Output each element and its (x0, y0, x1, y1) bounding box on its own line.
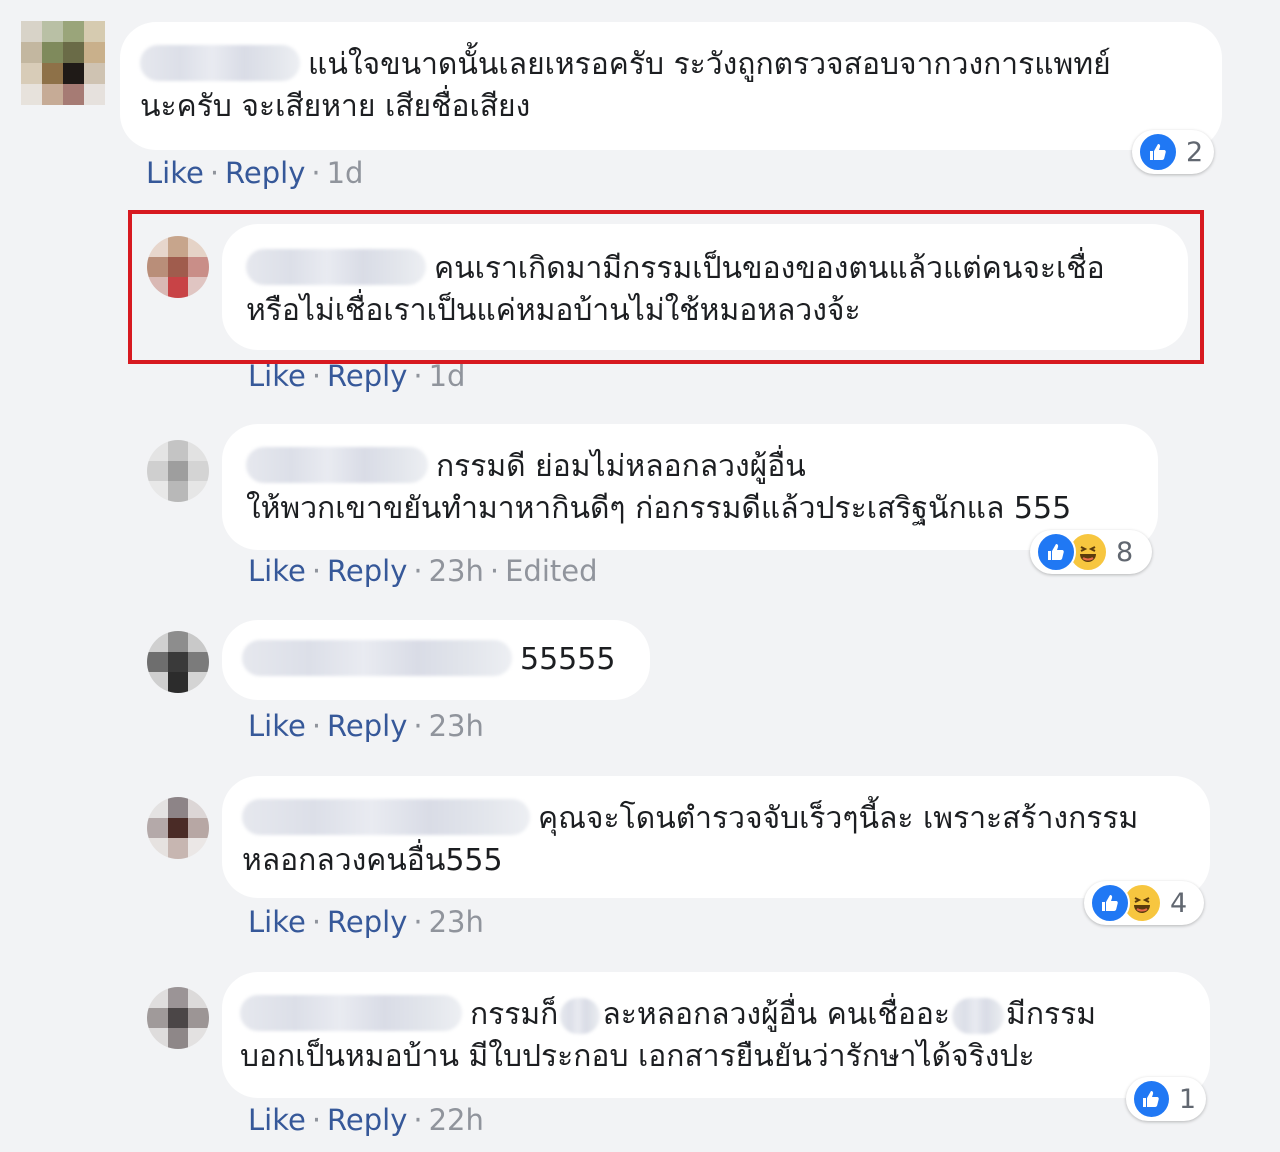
blurred-text (560, 997, 601, 1034)
comment-bubble: 55555 (222, 620, 650, 700)
reaction-count: 4 (1170, 887, 1188, 919)
like-link[interactable]: Like (248, 554, 306, 588)
avatar[interactable] (147, 987, 209, 1049)
highlight-box (128, 210, 1204, 364)
like-link[interactable]: Like (248, 359, 306, 393)
comment-actions: Like · Reply · 1d (146, 156, 364, 190)
blurred-author-name[interactable] (240, 994, 462, 1031)
reaction-count: 2 (1186, 136, 1204, 168)
avatar[interactable] (147, 631, 209, 693)
comment-text: บอกเป็นหมอบ้าน มีใบประกอบ เอกสารยืนยันว่… (240, 1039, 1035, 1074)
reaction-summary[interactable]: 1 (1126, 1077, 1206, 1121)
reply-link[interactable]: Reply (327, 554, 407, 588)
reaction-count: 1 (1178, 1083, 1196, 1115)
comment-text: แน่ใจขนาดนั้นเลยเหรอครับ ระวังถูกตรวจสอบ… (308, 47, 1111, 82)
comment-bubble: แน่ใจขนาดนั้นเลยเหรอครับ ระวังถูกตรวจสอบ… (120, 22, 1222, 150)
thumbs-up-icon (1090, 883, 1130, 923)
reaction-summary[interactable]: 8 (1030, 530, 1152, 574)
comment-actions: Like · Reply · 1d (248, 359, 466, 393)
like-link[interactable]: Like (146, 156, 204, 190)
timestamp[interactable]: 1d (429, 359, 466, 393)
blurred-author-name[interactable] (242, 798, 530, 835)
reply-link[interactable]: Reply (225, 156, 305, 190)
comment-text: 55555 (520, 642, 616, 677)
comment-bubble: คุณจะโดนตำรวจจับเร็วๆนี้ละ เพราะสร้างกรร… (222, 776, 1210, 898)
reply-link[interactable]: Reply (327, 1103, 407, 1137)
comment-text: ละหลอกลวงผู้อื่น คนเชื่ออะ (602, 997, 951, 1032)
comment-actions: Like · Reply · 23h (248, 709, 484, 743)
thumbs-up-icon (1132, 1079, 1171, 1119)
comment-text: นะครับ จะเสียหาย เสียชื่อเสียง (140, 89, 531, 124)
blurred-author-name[interactable] (140, 44, 300, 81)
reply-link[interactable]: Reply (327, 709, 407, 743)
comment-actions: Like · Reply · 23h · Edited (248, 554, 598, 588)
thumbs-up-icon (1036, 532, 1076, 572)
avatar[interactable] (147, 797, 209, 859)
timestamp[interactable]: 23h (429, 905, 484, 939)
comment-bubble: กรรมก็ ละหลอกลวงผู้อื่น คนเชื่ออะ มีกรรม บ… (222, 972, 1210, 1098)
timestamp[interactable]: 1d (327, 156, 364, 190)
timestamp[interactable]: 23h (429, 554, 484, 588)
reply-link[interactable]: Reply (327, 359, 407, 393)
blurred-text (952, 997, 1005, 1034)
blurred-author-name[interactable] (242, 639, 512, 676)
reaction-summary[interactable]: 2 (1132, 130, 1214, 174)
like-link[interactable]: Like (248, 709, 306, 743)
comment-actions: Like · Reply · 22h (248, 1103, 484, 1137)
comment-actions: Like · Reply · 23h (248, 905, 484, 939)
blurred-author-name[interactable] (246, 446, 428, 483)
comment-text: คุณจะโดนตำรวจจับเร็วๆนี้ละ เพราะสร้างกรร… (538, 801, 1139, 836)
comment-text: หลอกลวงคนอื่น555 (242, 843, 503, 878)
comment-bubble: กรรมดี ย่อมไม่หลอกลวงผู้อื่น ให้พวกเขาขย… (222, 424, 1158, 550)
edited-label[interactable]: Edited (505, 554, 597, 588)
avatar[interactable] (147, 440, 209, 502)
comment-text: ให้พวกเขาขยันทำมาหากินดีๆ ก่อกรรมดีแล้วป… (246, 491, 1072, 526)
comment-text: มีกรรม (1006, 997, 1096, 1032)
reaction-summary[interactable]: 4 (1084, 881, 1204, 925)
like-link[interactable]: Like (248, 905, 306, 939)
like-link[interactable]: Like (248, 1103, 306, 1137)
comment-text: กรรมดี ย่อมไม่หลอกลวงผู้อื่น (436, 449, 806, 484)
reply-link[interactable]: Reply (327, 905, 407, 939)
reaction-count: 8 (1116, 536, 1134, 568)
thumbs-up-icon (1138, 132, 1178, 172)
comment-text: กรรมก็ (470, 997, 559, 1032)
timestamp[interactable]: 22h (429, 1103, 484, 1137)
timestamp[interactable]: 23h (429, 709, 484, 743)
avatar[interactable] (21, 21, 105, 105)
